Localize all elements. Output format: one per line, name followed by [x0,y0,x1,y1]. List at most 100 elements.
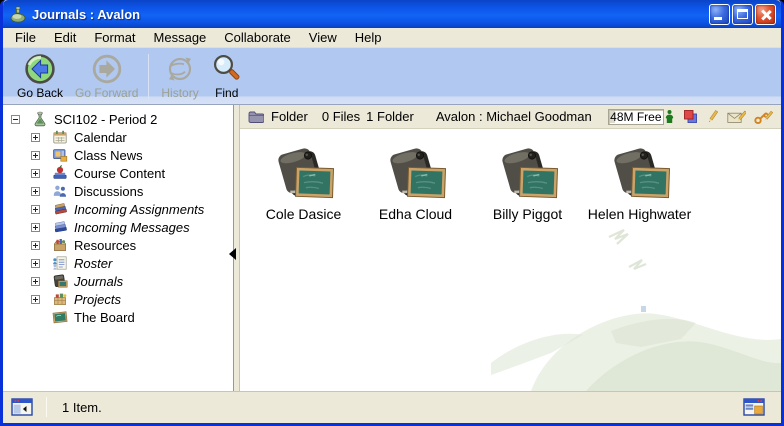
flask-app-icon [9,5,27,23]
discussions-icon [52,183,68,199]
find-button[interactable]: Find [205,52,249,101]
free-space-label: 48M Free [610,110,661,124]
content-header: Folder 0 Files 1 Folder Avalon : Michael… [240,105,781,129]
assignments-icon [52,201,68,217]
journal-item-helen-highwater[interactable]: Helen Highwater [588,143,691,222]
menu-file[interactable]: File [6,28,45,47]
toolbar: Go Back Go Forward History Find [3,48,781,105]
tree-item-label: Projects [74,292,121,307]
tree-item-projects[interactable]: Projects [3,290,233,308]
journal-item-billy-piggot[interactable]: Billy Piggot [476,143,579,222]
tree-item-label: Resources [74,238,136,253]
journal-grid: Cole Dasice Edha Cloud Billy Piggot Helen H… [240,129,781,222]
history-button: History [155,52,204,101]
titlebar[interactable]: Journals : Avalon [3,0,781,28]
menu-message[interactable]: Message [145,28,216,47]
flask-icon [32,111,48,127]
key-pencil-icon[interactable] [754,109,773,125]
tree-item-incoming-messages[interactable]: Incoming Messages [3,218,233,236]
board-icon [52,309,68,325]
history-label: History [161,86,198,100]
tree-item-course-content[interactable]: Course Content [3,164,233,182]
folder-icon [248,110,264,124]
menu-view[interactable]: View [300,28,346,47]
messages-icon [52,219,68,235]
journal-book-icon [385,143,447,201]
history-globe-icon [164,53,196,85]
tree-root-sci102-period-2[interactable]: SCI102 - Period 2 [3,110,233,128]
app-window: Journals : Avalon FileEditFormatMessageC… [0,0,784,426]
tree-item-label: Roster [74,256,112,271]
server-identity: Avalon : Michael Goodman [436,109,592,124]
tree-item-calendar[interactable]: Calendar [3,128,233,146]
journal-item-edha-cloud[interactable]: Edha Cloud [364,143,467,222]
tree-item-label: Incoming Assignments [74,202,204,217]
expand-toggle-icon[interactable] [31,133,40,142]
expand-toggle-icon[interactable] [31,169,40,178]
news-icon [52,147,68,163]
tree-item-label: Journals [74,274,123,289]
tree-item-label: Incoming Messages [74,220,190,235]
person-icon[interactable] [664,109,675,125]
tree-item-class-news[interactable]: Class News [3,146,233,164]
item-count-label: 1 Item. [62,400,102,415]
view-layout-icon[interactable] [743,398,765,416]
menu-collaborate[interactable]: Collaborate [215,28,300,47]
close-button[interactable] [755,4,776,25]
expand-toggle-icon[interactable] [31,205,40,214]
tree-item-incoming-assignments[interactable]: Incoming Assignments [3,200,233,218]
tree-item-resources[interactable]: Resources [3,236,233,254]
expand-toggle-icon[interactable] [31,223,40,232]
menu-edit[interactable]: Edit [45,28,85,47]
folder-type-label: Folder [271,109,308,124]
journal-name-label: Billy Piggot [493,206,562,222]
tree-item-label: Discussions [74,184,143,199]
panel-splitter[interactable] [233,105,240,391]
menu-format[interactable]: Format [85,28,144,47]
journal-icon [52,273,68,289]
go-back-label: Go Back [17,86,63,100]
go-forward-label: Go Forward [75,86,138,100]
find-label: Find [215,86,238,100]
pencil-icon[interactable] [706,109,719,125]
expand-toggle-icon[interactable] [31,241,40,250]
map-watermark [491,211,781,391]
tree-item-roster[interactable]: Roster [3,254,233,272]
tree-item-the-board[interactable]: The Board [3,308,233,326]
layers-icon[interactable] [683,109,698,124]
expand-toggle-icon[interactable] [31,259,40,268]
maximize-button[interactable] [732,4,753,25]
expand-toggle-icon[interactable] [31,295,40,304]
tree-item-label: The Board [74,310,135,325]
go-forward-icon [91,53,123,85]
collapse-toggle-icon[interactable] [11,115,20,124]
files-count: 0 Files [322,109,360,124]
statusbar: 1 Item. [3,391,781,422]
tree-item-journals[interactable]: Journals [3,272,233,290]
tree-item-discussions[interactable]: Discussions [3,182,233,200]
menu-help[interactable]: Help [346,28,391,47]
content-area: Cole Dasice Edha Cloud Billy Piggot Helen H… [240,129,781,391]
tree-item-label: Calendar [74,130,127,145]
go-back-icon [24,53,56,85]
tree-root-label: SCI102 - Period 2 [54,112,157,127]
expand-toggle-icon[interactable] [31,277,40,286]
statusbar-separator [46,397,47,417]
go-forward-button: Go Forward [69,52,144,101]
header-actions [664,109,773,125]
find-magnifier-icon [211,53,243,85]
folders-count: 1 Folder [366,109,414,124]
collapse-panel-arrow-icon[interactable] [229,248,236,260]
projects-icon [52,291,68,307]
journal-name-label: Cole Dasice [266,206,341,222]
journal-item-cole-dasice[interactable]: Cole Dasice [252,143,355,222]
expand-toggle-icon[interactable] [31,151,40,160]
calendar-icon [52,129,68,145]
compose-mail-icon[interactable] [727,109,746,125]
resources-icon [52,237,68,253]
minimize-button[interactable] [709,4,730,25]
expand-toggle-icon[interactable] [31,187,40,196]
go-back-button[interactable]: Go Back [11,52,69,101]
tree-panel-toggle-icon[interactable] [11,398,33,416]
course-content-icon [52,165,68,181]
